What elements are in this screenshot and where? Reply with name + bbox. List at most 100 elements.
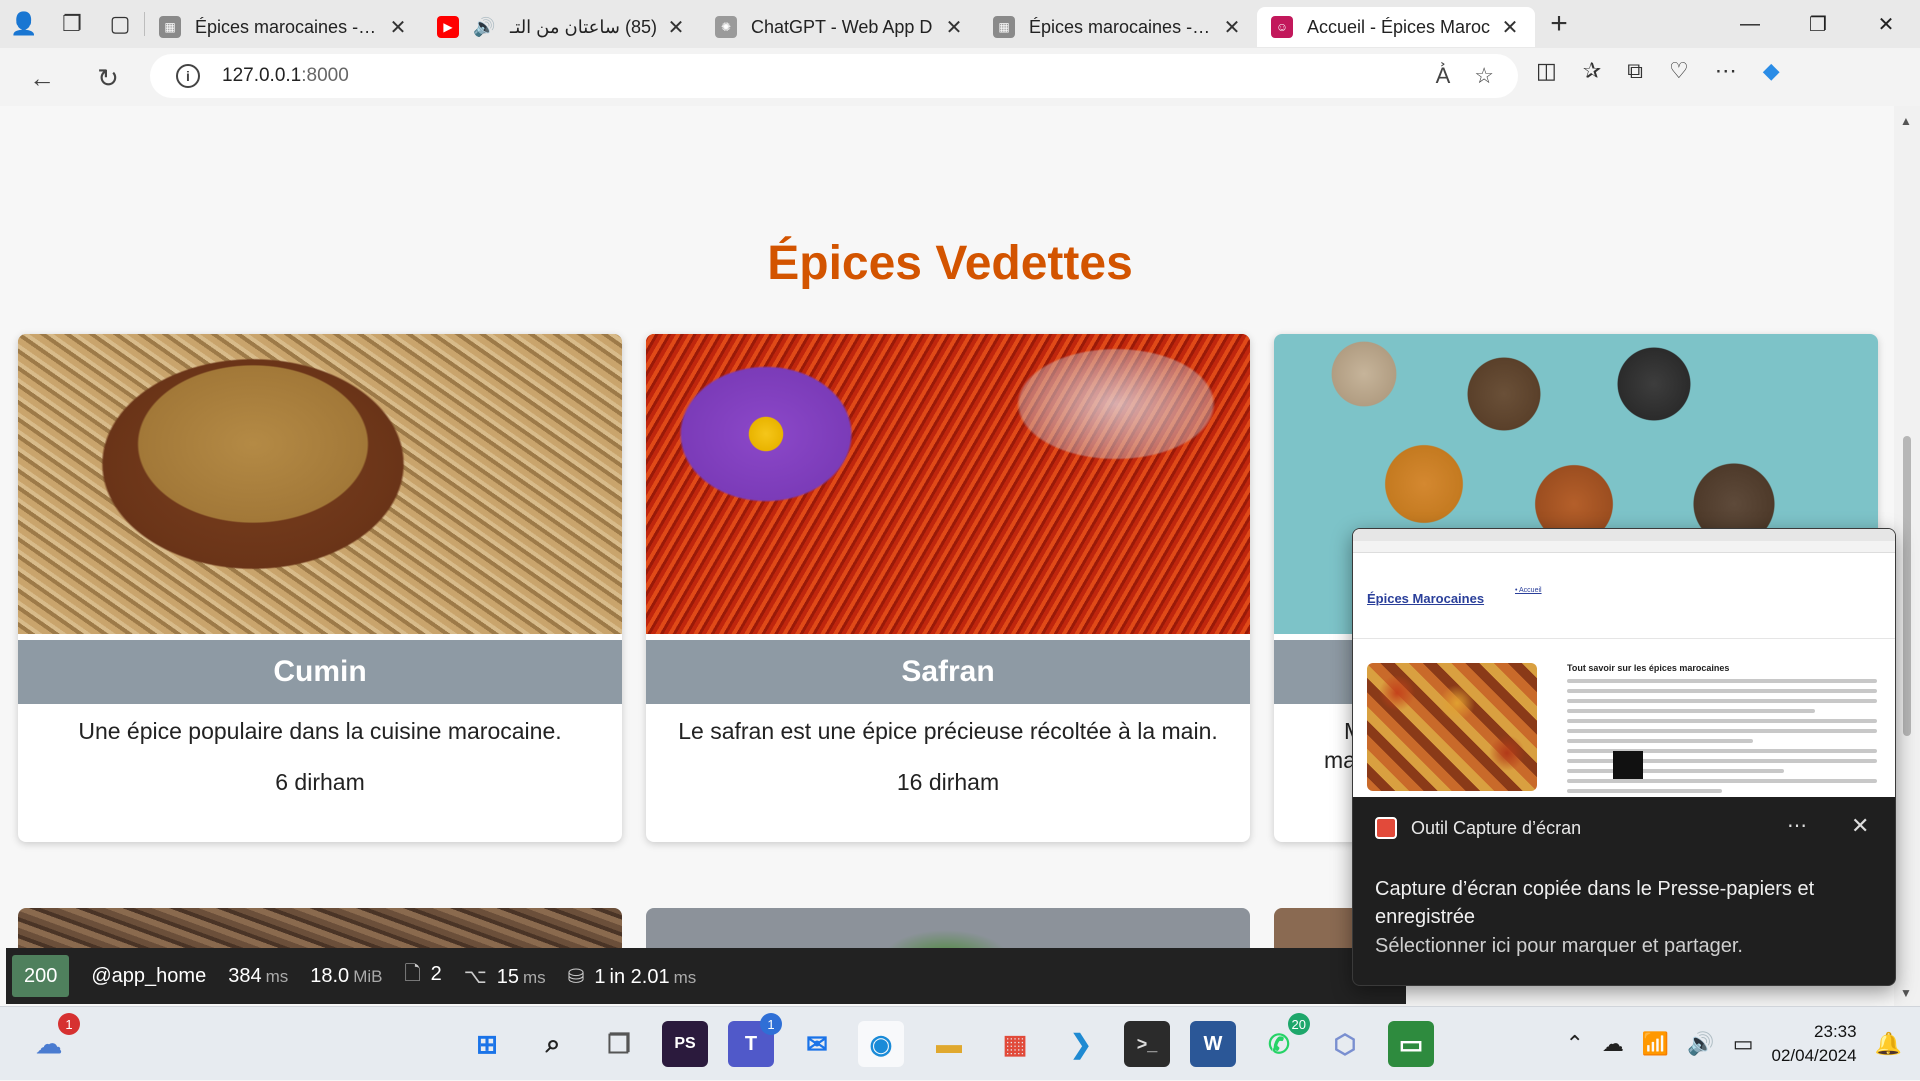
snipping-tool-notification[interactable]: Épices Marocaines • Accueil Tout savoir …	[1352, 528, 1896, 986]
audio-icon[interactable]: 🔊	[473, 17, 495, 38]
collections-icon[interactable]: ⧉	[1627, 58, 1643, 84]
split-screen-icon[interactable]: ◫	[1536, 58, 1557, 84]
preview-image	[1367, 663, 1537, 791]
product-card-row2-2[interactable]	[646, 908, 1250, 948]
favorites-icon[interactable]: ✰	[1583, 58, 1601, 84]
url-host: 127.0.0.1	[222, 65, 302, 86]
tab-accueil[interactable]: ☺ Accueil - Épices Maroc ✕	[1257, 7, 1535, 47]
tab-epices-2[interactable]: ▦ Épices marocaines - cu ✕	[979, 7, 1257, 47]
minimize-icon[interactable]: —	[1716, 0, 1784, 48]
twig-icon: ⌥	[463, 965, 487, 988]
memory-unit: MiB	[353, 966, 383, 986]
memory-item[interactable]: 18.0 MiB	[310, 965, 382, 988]
weather-badge: 1	[58, 1013, 80, 1035]
logs-item[interactable]: 🗋 2	[404, 959, 441, 993]
tab-epices-1[interactable]: ▦ Épices marocaines - cu ✕	[145, 7, 423, 47]
wifi-icon[interactable]: 📶	[1642, 1031, 1669, 1057]
twig-item[interactable]: ⌥ 15 ms	[464, 964, 546, 989]
clock[interactable]: 23:33 02/04/2024	[1772, 1020, 1857, 1068]
preview-tab-bar	[1353, 529, 1895, 541]
symfony-debug-toolbar: 200 @app_home 384 ms 18.0 MiB 🗋 2 ⌥ 15 ms ⛁ 1 …	[6, 948, 1406, 1004]
scroll-down-icon[interactable]: ▼	[1900, 986, 1912, 1000]
workspaces-icon[interactable]: ❐	[48, 0, 96, 48]
teams-badge: 1	[760, 1013, 782, 1035]
close-icon[interactable]: ✕	[1499, 15, 1521, 40]
preview-nav: • Accueil	[1515, 587, 1542, 594]
preview-address-bar	[1353, 541, 1895, 553]
preview-heading: Tout savoir sur les épices marocaines	[1567, 663, 1730, 673]
mail-icon[interactable]: ✉	[794, 1021, 840, 1067]
product-description: Une épice populaire dans la cuisine maro…	[78, 718, 562, 744]
volume-icon[interactable]: 🔊	[1687, 1031, 1714, 1057]
phpstorm-icon[interactable]: PS	[662, 1021, 708, 1067]
chatgpt-icon: ✺	[715, 16, 737, 38]
onedrive-icon[interactable]: ☁	[1602, 1031, 1624, 1057]
site-icon: ☺	[1271, 16, 1293, 38]
tab-title: Épices marocaines - cu	[195, 16, 379, 37]
read-aloud-icon[interactable]: A͐	[1436, 63, 1451, 89]
copilot-icon[interactable]: ◆	[1763, 58, 1780, 84]
route-item[interactable]: @app_home	[91, 965, 206, 988]
weather-widget-icon[interactable]: ☁ 1	[26, 1013, 80, 1067]
close-icon[interactable]: ✕	[387, 15, 409, 40]
remote-desktop-icon[interactable]: ▭	[1388, 1021, 1434, 1067]
back-icon[interactable]: ←	[22, 60, 62, 96]
file-explorer-icon[interactable]: ▬	[926, 1021, 972, 1067]
teams-icon[interactable]: T1	[728, 1013, 782, 1067]
twig-unit: ms	[522, 967, 546, 987]
product-card-row2-1[interactable]	[18, 908, 622, 948]
tab-youtube[interactable]: ▶ 🔊 (85) ساعتان من التـ ✕	[423, 7, 701, 47]
url-field[interactable]: i 127.0.0.1:8000 A͐ ☆	[150, 54, 1518, 98]
profile-icon[interactable]: 👤	[0, 0, 48, 48]
preview-cursor	[1613, 751, 1643, 779]
page-icon: ▦	[993, 16, 1015, 38]
whatsapp-icon[interactable]: ✆ 20	[1256, 1013, 1310, 1067]
vscode-icon[interactable]: ❯	[1058, 1021, 1104, 1067]
search-icon[interactable]: ⌕	[530, 1021, 576, 1067]
virtualbox-icon[interactable]: ⬡	[1322, 1021, 1368, 1067]
battery-icon[interactable]: ▭	[1733, 1031, 1754, 1057]
store-icon[interactable]: ▦	[992, 1021, 1038, 1067]
notification-bell-icon[interactable]: 🔔	[1875, 1031, 1902, 1057]
preview-header: Épices Marocaines • Accueil	[1353, 553, 1895, 639]
notification-body[interactable]: Outil Capture d’écran ⋯ ✕ Capture d’écra…	[1353, 797, 1895, 985]
scroll-up-icon[interactable]: ▲	[1900, 114, 1912, 128]
product-image	[646, 334, 1250, 634]
browser-tab-bar: 👤 ❐ ▢ ▦ Épices marocaines - cu ✕ ▶ 🔊 (85…	[0, 0, 1920, 48]
close-window-icon[interactable]: ✕	[1852, 0, 1920, 48]
scrollbar-thumb[interactable]	[1903, 436, 1911, 736]
close-icon[interactable]: ✕	[1221, 15, 1243, 40]
chevron-up-icon[interactable]: ⌃	[1565, 1031, 1583, 1057]
close-icon[interactable]: ✕	[665, 15, 687, 40]
close-icon[interactable]: ✕	[1851, 813, 1869, 839]
favorite-star-icon[interactable]: ☆	[1474, 63, 1494, 89]
vertical-scrollbar[interactable]: ▲ ▼	[1894, 106, 1920, 1006]
status-badge[interactable]: 200	[12, 955, 70, 997]
browser-essentials-icon[interactable]: ♡	[1669, 58, 1689, 84]
url-port: :8000	[301, 65, 349, 86]
edge-icon[interactable]: ◉	[858, 1021, 904, 1067]
restore-icon[interactable]: ❐	[1784, 0, 1852, 48]
database-icon: ⛁	[567, 965, 585, 988]
refresh-icon[interactable]: ↻	[88, 60, 128, 96]
product-name: Cumin	[18, 640, 622, 704]
product-card-safran[interactable]: Safran Le safran est une épice précieuse…	[646, 334, 1250, 842]
product-card-cumin[interactable]: Cumin Une épice populaire dans la cuisin…	[18, 334, 622, 842]
task-view-icon[interactable]: ❐	[596, 1021, 642, 1067]
time-item[interactable]: 384 ms	[228, 965, 288, 988]
terminal-icon[interactable]: >_	[1124, 1021, 1170, 1067]
clock-date: 02/04/2024	[1771, 1046, 1857, 1065]
new-tab-icon[interactable]: +	[1535, 0, 1583, 48]
tab-actions-icon[interactable]: ▢	[96, 0, 144, 48]
windows-taskbar: ☁ 1 ⊞ ⌕ ❐ PS T1 ✉ ◉ ▬ ▦ ❯ >_ W ✆ 20 ⬡ ▭ ⌃ …	[0, 1006, 1920, 1080]
notification-subtext: Sélectionner ici pour marquer et partage…	[1375, 935, 1743, 957]
word-icon[interactable]: W	[1190, 1021, 1236, 1067]
screenshot-preview[interactable]: Épices Marocaines • Accueil Tout savoir …	[1353, 529, 1895, 797]
database-item[interactable]: ⛁ 1 in 2.01 ms	[568, 964, 697, 989]
start-icon[interactable]: ⊞	[464, 1021, 510, 1067]
site-info-icon[interactable]: i	[176, 64, 200, 88]
close-icon[interactable]: ✕	[943, 15, 965, 40]
more-menu-icon[interactable]: ⋯	[1715, 58, 1737, 84]
tab-chatgpt[interactable]: ✺ ChatGPT - Web App D ✕	[701, 7, 979, 47]
more-options-icon[interactable]: ⋯	[1787, 813, 1807, 838]
